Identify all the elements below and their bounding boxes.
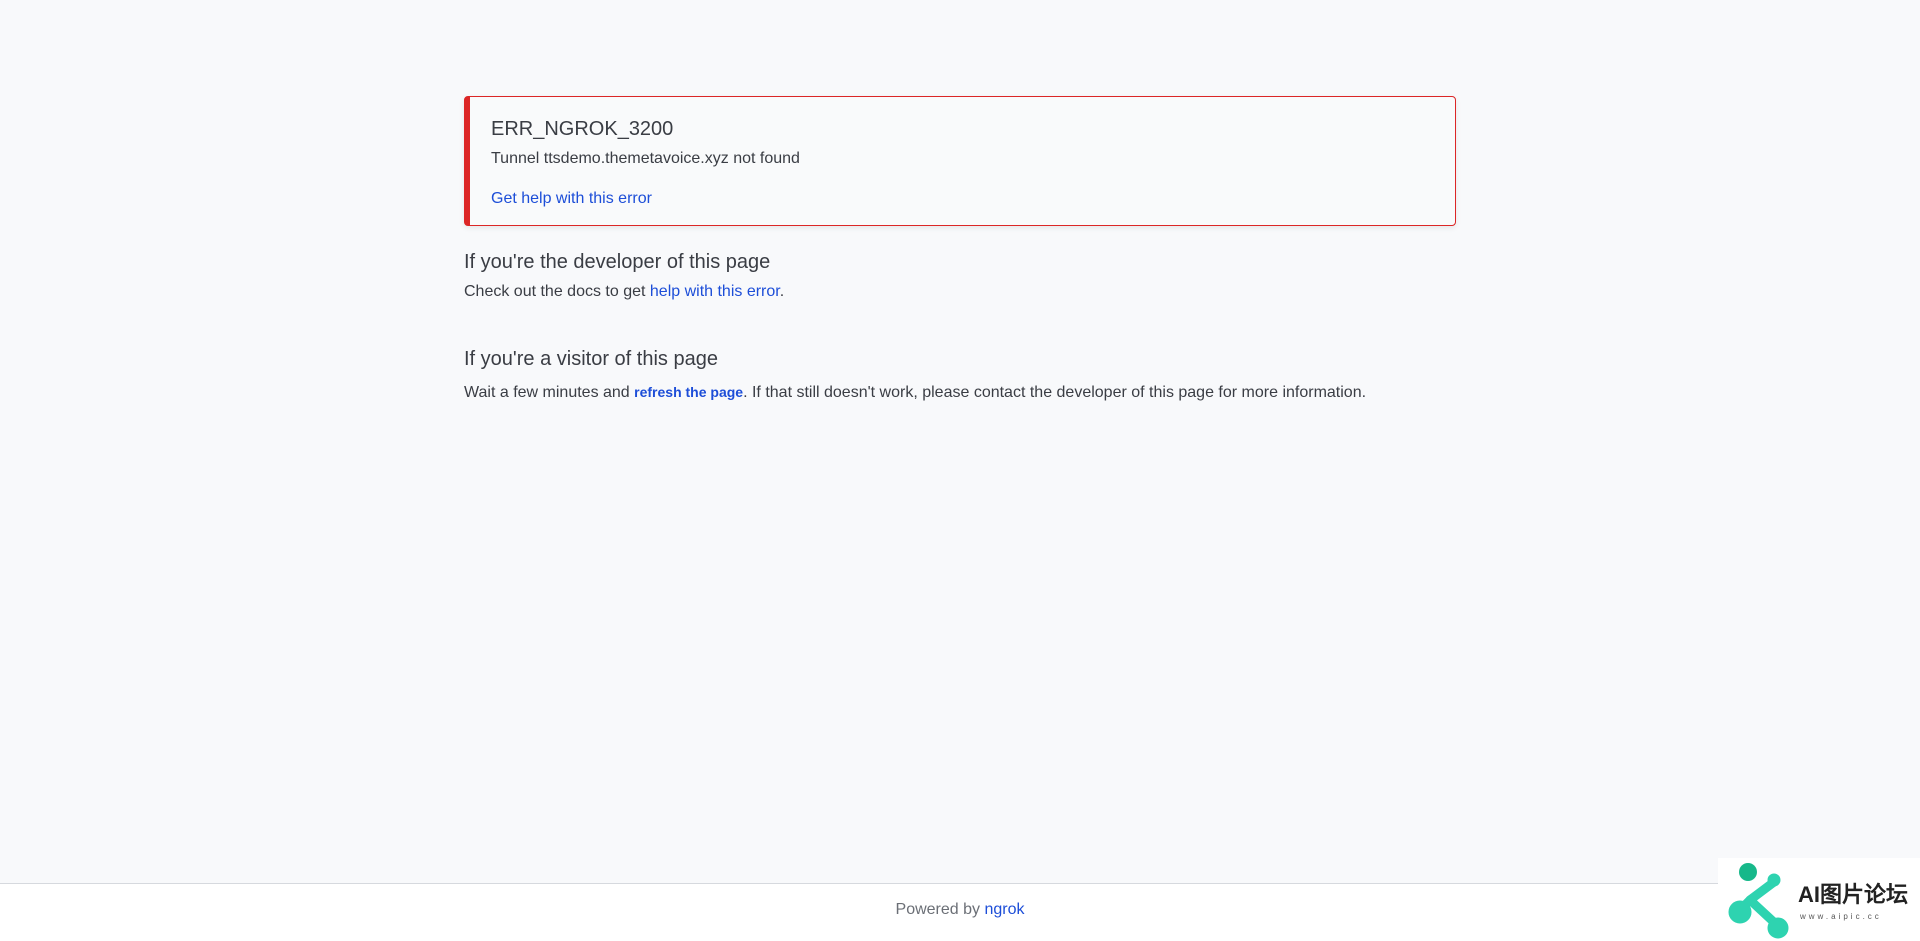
watermark-subtitle: www.aipic.cc — [1800, 912, 1882, 921]
developer-heading: If you're the developer of this page — [464, 251, 771, 273]
error-alert: ERR_NGROK_3200 Tunnel ttsdemo.themetavoi… — [464, 96, 1456, 226]
error-help-link[interactable]: Get help with this error — [491, 188, 652, 210]
docs-help-link[interactable]: help with this error — [650, 283, 780, 300]
error-code: ERR_NGROK_3200 — [491, 118, 674, 140]
error-message: Tunnel ttsdemo.themetavoice.xyz not foun… — [491, 150, 800, 167]
visitor-section: If you're a visitor of this page Wait a … — [464, 345, 1456, 404]
watermark-title: AI图片论坛 — [1798, 882, 1909, 907]
ngrok-link[interactable]: ngrok — [984, 901, 1024, 918]
visitor-text: Wait a few minutes and refresh the page.… — [464, 381, 1456, 404]
visitor-text-after: . If that still doesn't work, please con… — [743, 384, 1367, 401]
refresh-page-link[interactable]: refresh the page — [634, 384, 743, 400]
watermark-logo: AI图片论坛 www.aipic.cc — [1718, 858, 1920, 941]
developer-section: If you're the developer of this page Che… — [464, 248, 1456, 303]
developer-text: Check out the docs to get help with this… — [464, 281, 1456, 303]
developer-text-before: Check out the docs to get — [464, 283, 650, 300]
main-content: ERR_NGROK_3200 Tunnel ttsdemo.themetavoi… — [464, 96, 1456, 404]
visitor-text-before: Wait a few minutes and — [464, 384, 635, 401]
visitor-heading: If you're a visitor of this page — [464, 348, 718, 370]
footer: Powered by ngrok — [0, 883, 1920, 941]
footer-prefix: Powered by — [895, 901, 985, 918]
network-logo-icon — [1728, 863, 1789, 939]
developer-text-after: . — [779, 283, 785, 300]
